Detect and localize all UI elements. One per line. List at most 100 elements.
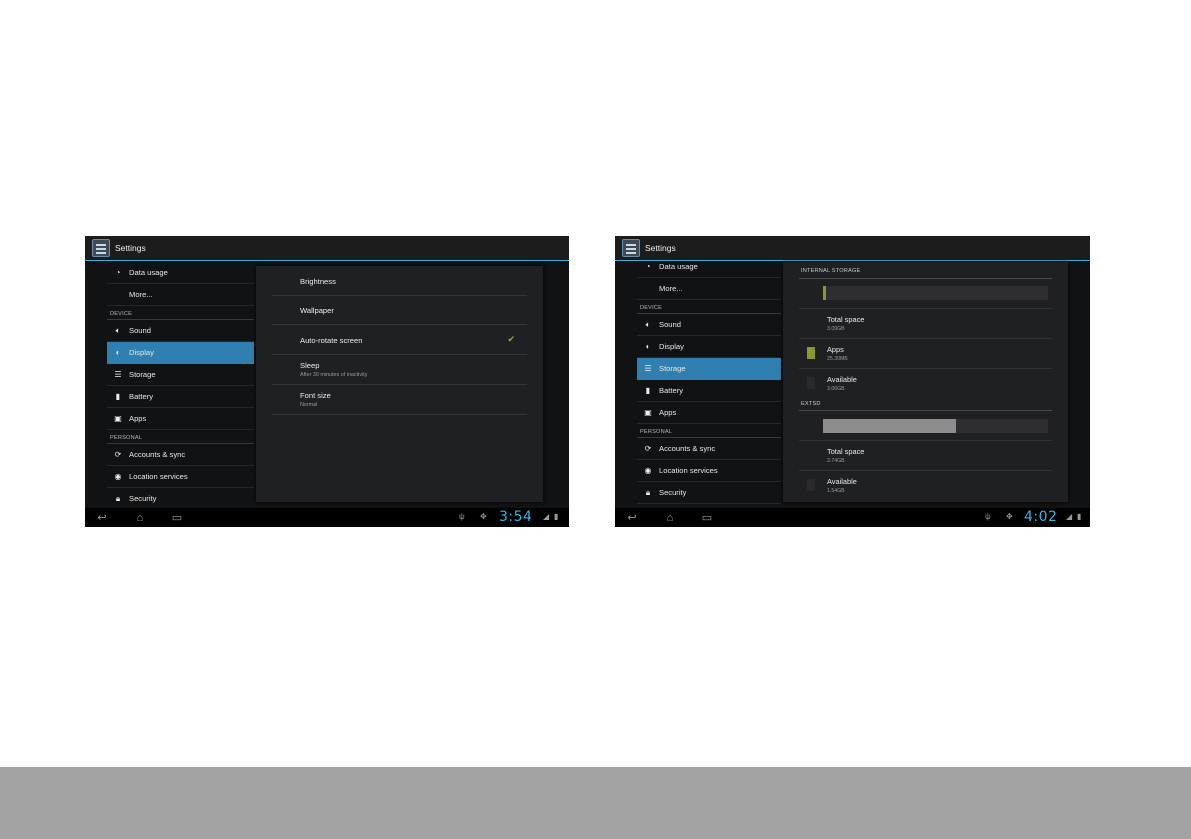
storage-icon: ☰: [644, 364, 652, 373]
extsd-usage-fill: [823, 419, 956, 433]
pie-chart-icon: ◔: [645, 262, 651, 271]
internal-storage-usage-bar: [823, 286, 1048, 300]
usb-icon: ψ: [459, 512, 465, 521]
android-debug-icon: ✥: [1006, 512, 1013, 521]
back-icon[interactable]: ↩: [92, 512, 112, 524]
setting-font-size[interactable]: Font size Normal: [272, 385, 527, 415]
extsd-total-space-row[interactable]: Total space 3.74GB: [799, 440, 1052, 470]
page-footer-bar: [0, 767, 1191, 839]
sidebar-item-label: Display: [129, 348, 154, 357]
setting-title: Sleep: [300, 361, 320, 370]
sidebar-item-accounts-sync[interactable]: ⟳ Accounts & sync: [107, 444, 254, 466]
battery-icon: ▮: [645, 386, 651, 395]
speaker-icon: 🔈︎: [115, 325, 121, 335]
sidebar-item-display[interactable]: ◐ Display: [637, 336, 781, 358]
setting-summary: After 30 minutes of inactivity: [300, 372, 368, 378]
sidebar-item-storage[interactable]: ☰ Storage: [107, 364, 254, 386]
section-header-internal-storage: INTERNAL STORAGE: [801, 268, 861, 274]
section-divider: [799, 278, 1052, 279]
section-header-extsd: EXTSD: [801, 401, 821, 407]
category-header-personal: PERSONAL: [107, 430, 254, 444]
tablet-screen-storage: Settings ◔ Data usage More... DEVICE 🔈︎ …: [615, 236, 1090, 527]
sidebar-item-battery[interactable]: ▮ Battery: [107, 386, 254, 408]
recent-apps-icon[interactable]: ▭: [167, 512, 187, 524]
setting-auto-rotate[interactable]: Auto-rotate screen ✔: [272, 325, 527, 355]
lock-icon: 🔒︎: [645, 487, 651, 497]
sidebar-item-data-usage[interactable]: ◔ Data usage: [107, 262, 254, 284]
sidebar-item-security[interactable]: 🔒︎ Security: [637, 482, 781, 504]
setting-wallpaper[interactable]: Wallpaper: [272, 296, 527, 325]
display-settings-panel: Brightness Wallpaper Auto-rotate screen …: [256, 266, 543, 502]
sidebar-item-more[interactable]: More...: [107, 284, 254, 306]
sidebar-item-data-usage[interactable]: ◔ Data usage: [637, 256, 781, 278]
usb-icon: ψ: [985, 512, 991, 521]
home-icon[interactable]: ⌂: [660, 512, 680, 524]
sidebar-item-location-services[interactable]: ◉ Location services: [107, 466, 254, 488]
row-title: Available: [827, 375, 857, 384]
sidebar-item-label: Location services: [129, 472, 188, 481]
available-color-swatch: [807, 377, 815, 389]
internal-apps-row[interactable]: Apps 25.30MB: [799, 338, 1052, 368]
internal-storage-usage-fill: [823, 286, 826, 300]
home-icon[interactable]: ⌂: [130, 512, 150, 524]
back-icon[interactable]: ↩: [622, 512, 642, 524]
sidebar-item-security[interactable]: 🔒︎ Security: [107, 488, 254, 508]
row-title: Available: [827, 477, 857, 486]
sidebar-item-label: Sound: [659, 320, 681, 329]
sidebar-item-storage[interactable]: ☰ Storage: [637, 358, 781, 380]
recent-apps-icon[interactable]: ▭: [697, 512, 717, 524]
sidebar-item-battery[interactable]: ▮ Battery: [637, 380, 781, 402]
row-title: Apps: [827, 345, 844, 354]
setting-sleep[interactable]: Sleep After 30 minutes of inactivity: [272, 355, 527, 385]
settings-sidebar: ◔ Data usage More... DEVICE 🔈︎ Sound ◐ D…: [107, 262, 254, 508]
sidebar-item-label: More...: [659, 284, 683, 293]
settings-app-icon[interactable]: [92, 239, 110, 257]
battery-status-icon: ▮: [1077, 512, 1082, 521]
setting-title: Auto-rotate screen: [300, 336, 363, 345]
sidebar-item-accounts-sync[interactable]: ⟳ Accounts & sync: [637, 438, 781, 460]
settings-app-icon[interactable]: [622, 239, 640, 257]
signal-icon: ◢: [1066, 512, 1073, 521]
action-bar-title: Settings: [115, 243, 146, 253]
sidebar-item-apps[interactable]: ▣ Apps: [107, 408, 254, 430]
sidebar-item-apps[interactable]: ▣ Apps: [637, 402, 781, 424]
extsd-usage-bar: [823, 419, 1048, 433]
sidebar-item-label: Sound: [129, 326, 151, 335]
sidebar-item-label: Storage: [659, 364, 686, 373]
row-value: 1.54GB: [827, 488, 845, 494]
sidebar-item-sound[interactable]: 🔈︎ Sound: [107, 320, 254, 342]
sidebar-item-label: Security: [659, 488, 687, 497]
battery-icon: ▮: [115, 392, 121, 401]
row-value: 3.06GB: [827, 386, 845, 392]
status-clock[interactable]: 3:54: [499, 509, 532, 525]
settings-content: ◔ Data usage More... DEVICE 🔈︎ Sound ◐ D…: [615, 262, 1090, 508]
sidebar-item-more[interactable]: More...: [637, 278, 781, 300]
row-value: 3.09GB: [827, 326, 845, 332]
setting-title: Wallpaper: [300, 306, 334, 315]
system-bar: ↩ ⌂ ▭ ψ ✥ 3:54 ◢ ▮: [85, 508, 569, 527]
sidebar-item-label: Accounts & sync: [129, 450, 186, 459]
sidebar-item-sound[interactable]: 🔈︎ Sound: [637, 314, 781, 336]
row-title: Total space: [827, 315, 865, 324]
extsd-available-row[interactable]: Available 1.54GB: [799, 470, 1052, 500]
sidebar-item-location-services[interactable]: ◉ Location services: [637, 460, 781, 482]
sidebar-item-label: Security: [129, 494, 157, 503]
sidebar-item-label: Battery: [129, 392, 154, 401]
setting-brightness[interactable]: Brightness: [272, 266, 527, 296]
checkmark-icon[interactable]: ✔: [507, 334, 515, 345]
status-clock[interactable]: 4:02: [1024, 509, 1057, 525]
category-header-device: DEVICE: [637, 300, 781, 314]
row-title: Total space: [827, 447, 865, 456]
sidebar-item-display[interactable]: ◐ Display: [107, 342, 254, 364]
setting-summary: Normal: [300, 402, 318, 408]
settings-content: ◔ Data usage More... DEVICE 🔈︎ Sound ◐ D…: [85, 262, 569, 508]
internal-available-row[interactable]: Available 3.06GB: [799, 368, 1052, 398]
sidebar-item-label: Display: [659, 342, 684, 351]
category-header-personal: PERSONAL: [637, 424, 781, 438]
storage-icon: ☰: [114, 370, 122, 379]
sidebar-item-label: Storage: [129, 370, 156, 379]
apps-icon: ▣: [644, 408, 652, 417]
category-header-device: DEVICE: [107, 306, 254, 320]
internal-total-space-row[interactable]: Total space 3.09GB: [799, 308, 1052, 338]
lock-icon: 🔒︎: [115, 493, 121, 503]
